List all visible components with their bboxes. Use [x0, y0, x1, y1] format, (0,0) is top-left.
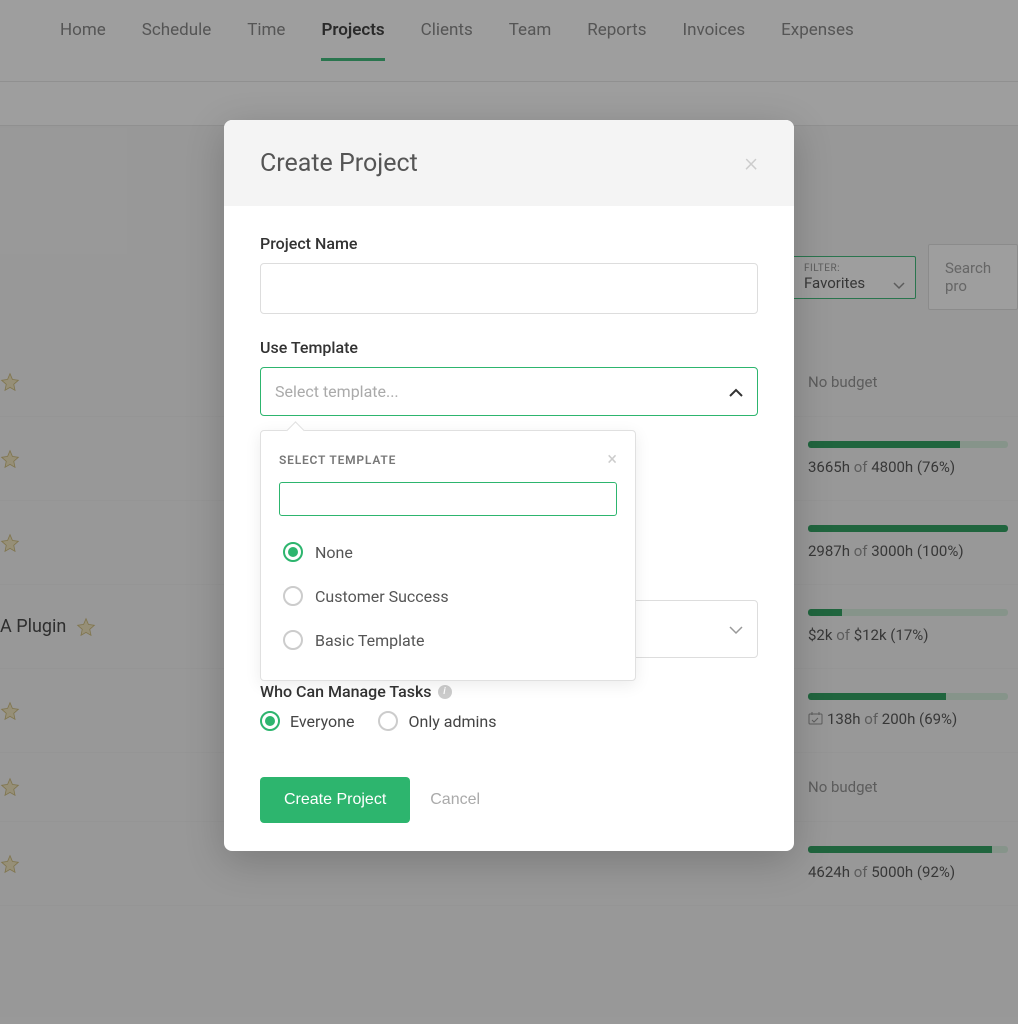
close-icon[interactable]: ×: [607, 449, 617, 470]
close-icon[interactable]: ×: [744, 148, 758, 178]
option-label: None: [315, 543, 353, 562]
create-project-modal: Create Project × Project Name Use Templa…: [224, 120, 794, 851]
cancel-button[interactable]: Cancel: [430, 791, 480, 809]
manage-tasks-radio-group: Everyone Only admins: [260, 711, 758, 731]
radio-icon: [283, 542, 303, 562]
dropdown-search-wrap: [279, 482, 617, 530]
chevron-down-icon: [729, 620, 743, 639]
create-project-button[interactable]: Create Project: [260, 777, 410, 823]
info-icon[interactable]: i: [438, 685, 452, 699]
template-option[interactable]: Customer Success: [279, 574, 617, 618]
radio-everyone[interactable]: Everyone: [260, 711, 354, 731]
radio-everyone-label: Everyone: [290, 712, 354, 731]
manage-tasks-label-text: Who Can Manage Tasks: [260, 682, 432, 701]
template-search-input[interactable]: [279, 482, 617, 516]
radio-icon: [283, 586, 303, 606]
project-name-input[interactable]: [260, 263, 758, 314]
radio-icon: [283, 630, 303, 650]
radio-icon: [260, 711, 280, 731]
modal-overlay: Create Project × Project Name Use Templa…: [0, 0, 1018, 1024]
radio-only-admins-label: Only admins: [408, 712, 496, 731]
modal-title: Create Project: [260, 149, 418, 178]
manage-tasks-label: Who Can Manage Tasks i: [260, 682, 758, 701]
project-name-label: Project Name: [260, 234, 758, 253]
template-option[interactable]: Basic Template: [279, 618, 617, 662]
option-label: Basic Template: [315, 631, 424, 650]
template-select[interactable]: Select template...: [260, 367, 758, 416]
use-template-label: Use Template: [260, 338, 758, 357]
radio-only-admins[interactable]: Only admins: [378, 711, 496, 731]
dropdown-header: SELECT TEMPLATE ×: [279, 449, 617, 470]
chevron-up-icon: [729, 382, 743, 401]
template-placeholder: Select template...: [275, 382, 399, 401]
template-dropdown: SELECT TEMPLATE × None Customer Success Ba…: [260, 430, 636, 681]
modal-footer: Create Project Cancel: [224, 757, 794, 851]
template-option[interactable]: None: [279, 530, 617, 574]
radio-icon: [378, 711, 398, 731]
dropdown-title: SELECT TEMPLATE: [279, 453, 396, 467]
modal-header: Create Project ×: [224, 120, 794, 206]
option-label: Customer Success: [315, 587, 449, 606]
